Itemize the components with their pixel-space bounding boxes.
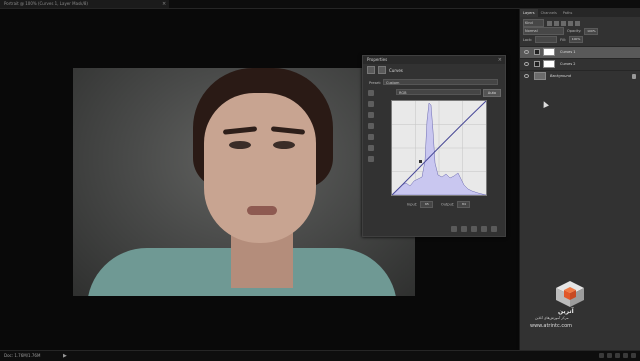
eyedropper-white-icon[interactable] bbox=[368, 123, 374, 129]
curves-icon bbox=[367, 66, 375, 74]
kind-filter-row: Kind bbox=[523, 19, 580, 27]
filter-type-icon[interactable] bbox=[561, 20, 566, 26]
tray-icon-3[interactable] bbox=[615, 353, 620, 358]
curves-icon bbox=[534, 49, 540, 55]
lock-label: Lock: bbox=[523, 37, 533, 42]
document-tab-bar: Portrait @ 100% (Curves 1, Layer Mask/8)… bbox=[0, 0, 640, 9]
view-previous-icon[interactable] bbox=[461, 226, 467, 232]
properties-subheader: Curves bbox=[367, 66, 403, 74]
status-bar: Doc: 1.76M/1.76M ▶ bbox=[0, 350, 640, 361]
layers-tabs: Layers Channels Paths bbox=[520, 9, 640, 17]
eye-icon[interactable] bbox=[524, 62, 529, 66]
filter-adjustment-icon[interactable] bbox=[554, 20, 559, 26]
layer-list: Curves 1 Curves 2 Background bbox=[520, 46, 640, 82]
curve-point bbox=[419, 160, 422, 163]
properties-header[interactable]: Properties × bbox=[363, 56, 505, 64]
tray-icon-4[interactable] bbox=[623, 353, 628, 358]
watermark: آترین مرکز آموزش‌های آنلاین www.atrintc.… bbox=[530, 280, 630, 329]
panel-label: Curves bbox=[389, 67, 403, 73]
photo-eye-right bbox=[273, 141, 295, 149]
layer-name: Curves 2 bbox=[560, 62, 576, 66]
photo-lips bbox=[247, 206, 277, 215]
output-label: Output: bbox=[441, 202, 455, 207]
photo-eye-left bbox=[229, 141, 251, 149]
eye-icon[interactable] bbox=[524, 50, 529, 54]
curves-tools bbox=[368, 90, 376, 167]
delete-icon[interactable] bbox=[491, 226, 497, 232]
opacity-field[interactable]: 100% bbox=[584, 27, 599, 35]
reset-icon[interactable] bbox=[471, 226, 477, 232]
eyedropper-gray-icon[interactable] bbox=[368, 112, 374, 118]
fill-label: Fill: bbox=[560, 37, 567, 42]
close-icon[interactable]: × bbox=[162, 0, 166, 8]
watermark-title: آترین bbox=[558, 308, 574, 315]
lock-icons[interactable] bbox=[535, 36, 558, 43]
layer-curves-1[interactable]: Curves 1 bbox=[520, 46, 640, 58]
curves-icon bbox=[534, 61, 540, 67]
auto-button[interactable]: Auto bbox=[483, 89, 501, 97]
tab-channels[interactable]: Channels bbox=[538, 9, 560, 17]
lock-icon bbox=[632, 74, 636, 79]
blend-row: Normal Opacity: 100% bbox=[523, 27, 599, 35]
layer-curves-2[interactable]: Curves 2 bbox=[520, 58, 640, 70]
output-field[interactable]: 84 bbox=[457, 201, 471, 208]
eyedropper-black-icon[interactable] bbox=[368, 101, 374, 107]
properties-panel: Properties × Curves Preset: Custom RGB A… bbox=[362, 55, 506, 237]
curves-graph[interactable] bbox=[391, 100, 487, 196]
visibility-icon[interactable] bbox=[481, 226, 487, 232]
curves-svg bbox=[392, 101, 486, 195]
properties-footer bbox=[451, 226, 497, 232]
layer-mask-thumbnail[interactable] bbox=[543, 60, 555, 68]
tray-icon-2[interactable] bbox=[607, 353, 612, 358]
watermark-url: www.atrintc.com bbox=[530, 323, 573, 329]
filter-pixel-icon[interactable] bbox=[547, 20, 552, 26]
document-tab[interactable]: Portrait @ 100% (Curves 1, Layer Mask/8) bbox=[0, 0, 169, 8]
filter-icons bbox=[547, 20, 580, 26]
tray-icon-5[interactable] bbox=[631, 353, 636, 358]
photo-face bbox=[204, 93, 316, 243]
input-group: Input: 65 bbox=[407, 201, 434, 208]
layer-name: Background bbox=[550, 74, 571, 78]
filter-smart-icon[interactable] bbox=[575, 20, 580, 26]
tab-paths[interactable]: Paths bbox=[560, 9, 576, 17]
mask-icon[interactable] bbox=[378, 66, 386, 74]
output-group: Output: 84 bbox=[441, 201, 471, 208]
preset-select[interactable]: Custom bbox=[383, 79, 498, 85]
system-tray bbox=[599, 353, 636, 358]
close-icon[interactable]: × bbox=[498, 56, 502, 64]
cube-logo-icon bbox=[556, 281, 584, 307]
tab-layers[interactable]: Layers bbox=[520, 9, 538, 17]
opacity-label: Opacity: bbox=[567, 29, 582, 33]
preset-label: Preset: bbox=[369, 81, 382, 85]
histogram-warning-icon[interactable] bbox=[368, 156, 374, 162]
tray-icon-1[interactable] bbox=[599, 353, 604, 358]
eye-icon[interactable] bbox=[524, 74, 529, 78]
blend-mode-select[interactable]: Normal bbox=[523, 27, 564, 35]
channel-select[interactable]: RGB bbox=[396, 89, 481, 95]
watermark-subtitle: مرکز آموزش‌های آنلاین bbox=[535, 316, 569, 320]
input-field[interactable]: 65 bbox=[420, 201, 434, 208]
target-adjust-icon[interactable] bbox=[368, 90, 374, 96]
fill-field[interactable]: 100% bbox=[569, 36, 584, 43]
curve-edit-icon[interactable] bbox=[368, 134, 374, 140]
lock-row: Lock: Fill: 100% bbox=[523, 36, 584, 43]
pencil-icon[interactable] bbox=[368, 145, 374, 151]
layer-thumbnail bbox=[534, 72, 546, 80]
kind-select[interactable]: Kind bbox=[523, 19, 544, 27]
input-label: Input: bbox=[407, 202, 418, 207]
clip-layer-icon[interactable] bbox=[451, 226, 457, 232]
layer-mask-thumbnail[interactable] bbox=[543, 48, 555, 56]
properties-title: Properties bbox=[367, 57, 388, 62]
filter-shape-icon[interactable] bbox=[568, 20, 573, 26]
layer-background[interactable]: Background bbox=[520, 70, 640, 82]
layer-name: Curves 1 bbox=[560, 50, 576, 54]
